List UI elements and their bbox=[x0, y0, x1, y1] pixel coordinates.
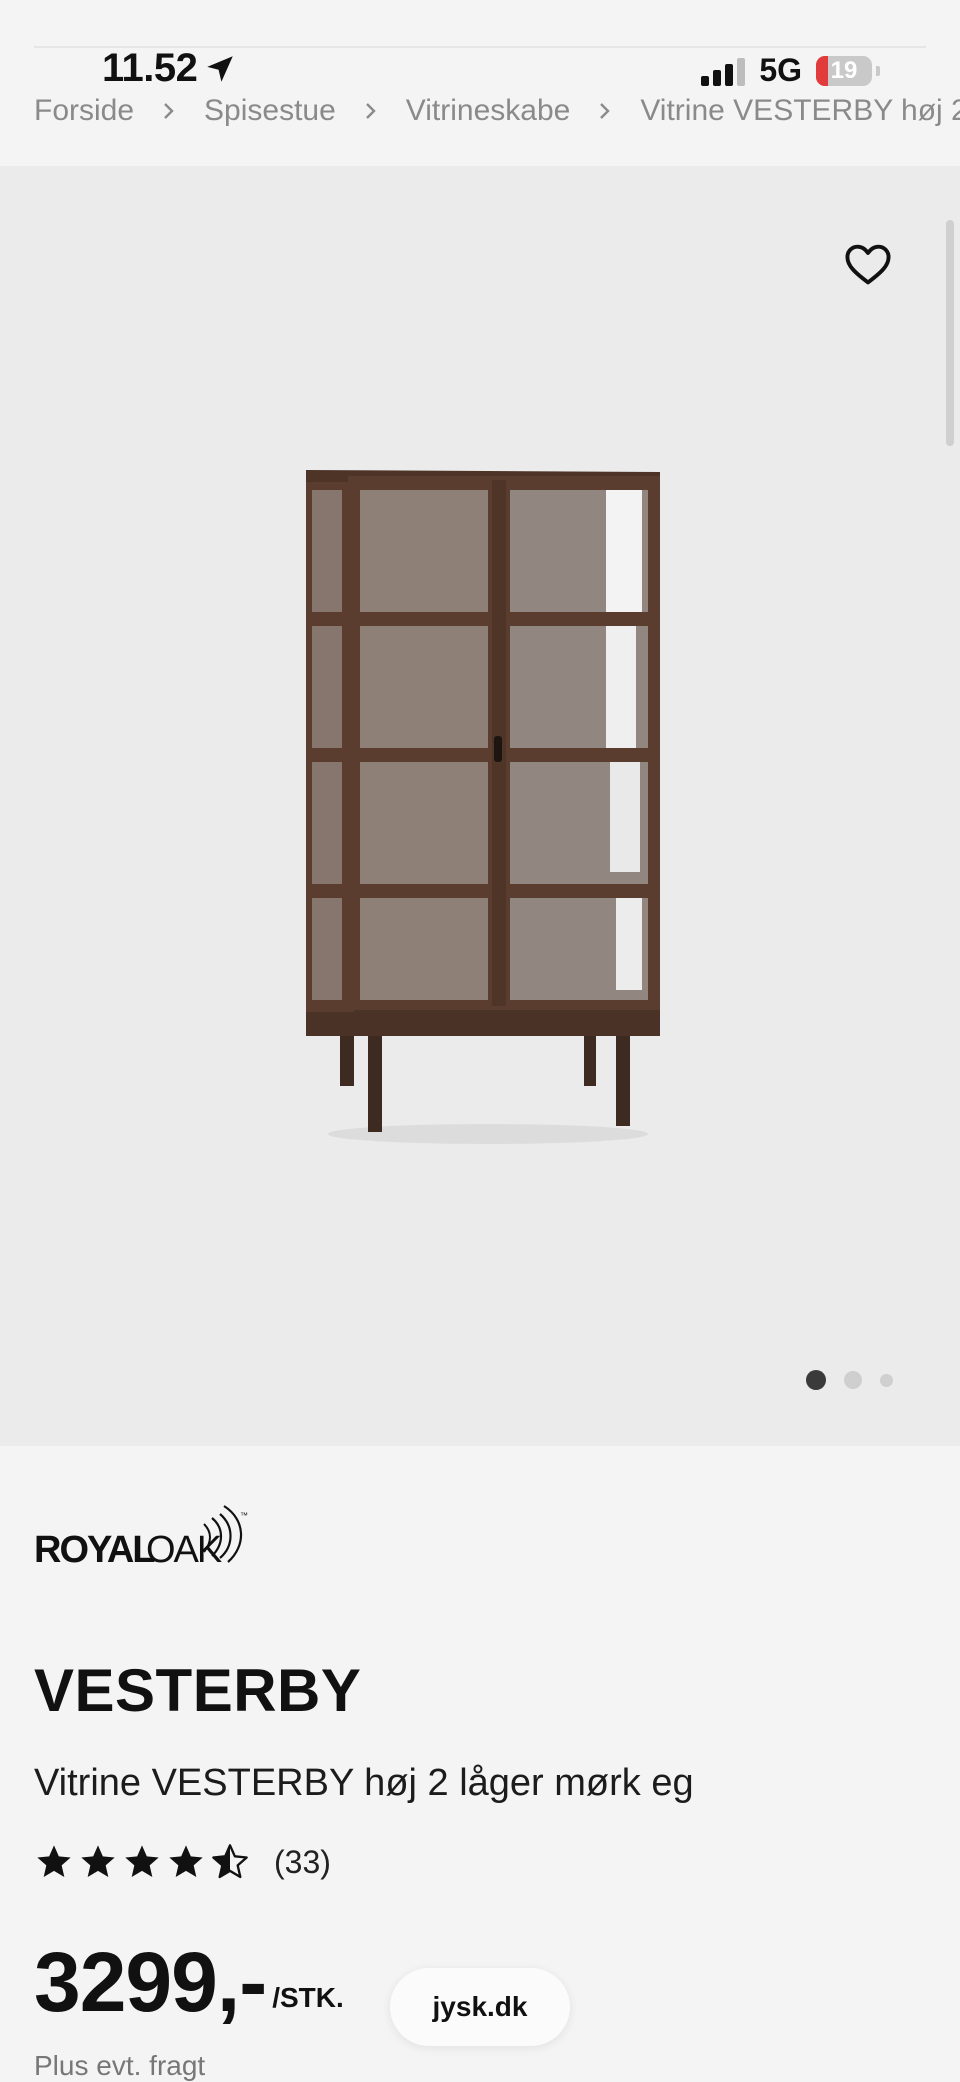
price-amount: 3299,- bbox=[34, 1935, 267, 2029]
location-arrow-icon bbox=[207, 55, 234, 82]
breadcrumb-item-current[interactable]: Vitrine VESTERBY høj 2 bbox=[640, 94, 960, 128]
star-filled-icon bbox=[37, 1845, 71, 1877]
battery-icon: 19 bbox=[816, 55, 872, 86]
url-text: jysk.dk bbox=[432, 1991, 528, 2022]
chevron-right-icon bbox=[164, 103, 174, 119]
product-rating[interactable]: (33) bbox=[34, 1842, 331, 1882]
pagination-dot-active[interactable] bbox=[806, 1370, 826, 1390]
breadcrumb: Forside Spisestue Vitrineskabe Vitrine V… bbox=[34, 94, 960, 128]
royal-oak-logo: ROYAL OAK ™ bbox=[34, 1505, 248, 1571]
status-time-text: 11.52 bbox=[102, 46, 198, 90]
star-filled-icon bbox=[169, 1845, 203, 1877]
gallery-pagination[interactable] bbox=[806, 1370, 893, 1390]
network-type: 5G bbox=[759, 52, 802, 88]
product-price: 3299,- /STK. bbox=[34, 1940, 344, 2024]
brand-logo[interactable]: ROYAL OAK ™ bbox=[34, 1500, 264, 1575]
breadcrumb-item-spisestue[interactable]: Spisestue bbox=[204, 94, 336, 128]
status-indicators: 5G 19 bbox=[701, 52, 880, 89]
svg-text:™: ™ bbox=[240, 1511, 248, 1520]
signal-icon bbox=[701, 56, 746, 86]
shipping-note: Plus evt. fragt bbox=[34, 2050, 206, 2081]
svg-text:ROYAL: ROYAL bbox=[34, 1529, 155, 1570]
product-gallery[interactable] bbox=[0, 166, 960, 1446]
chevron-right-icon bbox=[600, 103, 611, 119]
battery-tip bbox=[876, 65, 880, 76]
heart-icon[interactable] bbox=[842, 238, 894, 290]
pagination-dot[interactable] bbox=[844, 1371, 862, 1389]
product-image bbox=[306, 470, 660, 1144]
scrollbar[interactable] bbox=[946, 220, 954, 446]
product-description: Vitrine VESTERBY høj 2 låger mørk eg bbox=[34, 1762, 694, 1804]
product-name: VESTERBY bbox=[34, 1657, 362, 1724]
breadcrumb-item-forside[interactable]: Forside bbox=[34, 94, 134, 128]
pagination-dot[interactable] bbox=[880, 1373, 893, 1387]
rating-count[interactable]: (33) bbox=[274, 1844, 331, 1881]
top-bar: 11.52 5G 19 Forside Spisestue Vitrineska… bbox=[0, 0, 960, 166]
star-half-icon bbox=[212, 1844, 248, 1879]
chevron-right-icon bbox=[365, 103, 376, 119]
browser-url-bar[interactable]: jysk.dk bbox=[390, 1968, 570, 2046]
star-filled-icon bbox=[81, 1845, 115, 1877]
battery-level: 19 bbox=[830, 56, 858, 84]
rating-stars bbox=[34, 1842, 250, 1882]
breadcrumb-item-vitrineskabe[interactable]: Vitrineskabe bbox=[406, 94, 571, 128]
status-time: 11.52 bbox=[102, 46, 237, 91]
star-filled-icon bbox=[125, 1845, 159, 1877]
price-unit: /STK. bbox=[272, 1982, 344, 2013]
